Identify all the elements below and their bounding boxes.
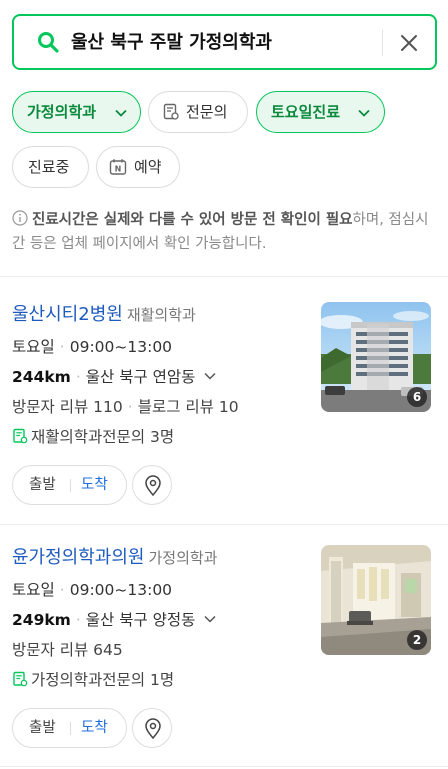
section-divider xyxy=(0,766,448,767)
distance: 249km xyxy=(12,611,71,629)
specialist-count: 재활의학과전문의 3명 xyxy=(31,428,175,446)
notice-bold-text: 진료시간은 실제와 다를 수 있어 방문 전 확인이 필요 xyxy=(32,212,353,228)
doctor-cert-icon xyxy=(163,103,179,120)
map-pin-icon xyxy=(145,475,161,497)
specialist-count: 가정의학과전문의 1명 xyxy=(31,671,175,689)
route-button[interactable]: 출발 도착 xyxy=(12,465,127,505)
specialist-row: 가정의학과전문의 1명 xyxy=(12,669,174,691)
filter-chip-label: 예약 xyxy=(134,158,162,176)
specialist-row: 재활의학과전문의 3명 xyxy=(12,426,174,448)
arrive-button[interactable]: 도착 xyxy=(81,709,108,747)
visitor-reviews[interactable]: 방문자 리뷰 645 xyxy=(12,641,123,659)
review-row: 방문자 리뷰 645 xyxy=(12,639,123,661)
open-hours: 09:00~13:00 xyxy=(69,338,173,356)
info-icon xyxy=(12,210,28,226)
hours-row: 토요일 · 09:00~13:00 xyxy=(12,338,173,356)
result-card[interactable]: 윤가정의학과의원 가정의학과 토요일 · 09:00~13:00 249km · 울산 북… xyxy=(0,545,448,750)
result-card[interactable]: 울산시티2병원 재활의학과 토요일 · 09:00~13:00 244km · 울산 북구… xyxy=(0,302,448,507)
address-area: 울산 북구 양정동 xyxy=(85,611,196,629)
search-input[interactable]: 울산 북구 주말 가정의학과 xyxy=(71,30,272,56)
map-pin-button[interactable] xyxy=(132,708,172,748)
map-pin-button[interactable] xyxy=(132,465,172,505)
section-divider xyxy=(0,524,448,525)
chevron-down-icon xyxy=(115,109,127,117)
chevron-down-icon[interactable] xyxy=(203,612,217,626)
filter-chip-specialist[interactable]: 전문의 xyxy=(148,91,248,133)
place-photo[interactable]: 2 xyxy=(321,545,431,655)
route-button[interactable]: 출발 도착 xyxy=(12,708,127,748)
depart-button[interactable]: 출발 xyxy=(29,466,56,504)
map-pin-icon xyxy=(145,718,161,740)
filter-chip-reservation[interactable]: N 예약 xyxy=(96,146,180,188)
filter-chip-saturday[interactable]: 토요일진료 xyxy=(256,91,385,133)
place-category: 가정의학과 xyxy=(148,549,218,567)
search-divider xyxy=(382,30,383,56)
doctor-cert-icon xyxy=(13,671,28,687)
arrive-button[interactable]: 도착 xyxy=(81,466,108,504)
doctor-cert-icon xyxy=(13,428,28,444)
depart-button[interactable]: 출발 xyxy=(29,709,56,747)
naver-reservation-icon: N xyxy=(109,159,127,175)
close-icon[interactable] xyxy=(395,29,423,57)
place-photo[interactable]: 6 xyxy=(321,302,431,412)
section-divider xyxy=(0,276,448,277)
location-row[interactable]: 244km · 울산 북구 연암동 xyxy=(12,366,217,388)
location-row[interactable]: 249km · 울산 북구 양정동 xyxy=(12,609,217,631)
photo-count-badge: 2 xyxy=(407,630,427,650)
result-name-line: 윤가정의학과의원 가정의학과 xyxy=(12,545,218,571)
filter-chip-open-now[interactable]: 진료중 xyxy=(12,146,89,188)
filter-chip-label: 진료중 xyxy=(28,158,70,176)
place-category: 재활의학과 xyxy=(126,306,196,324)
route-divider xyxy=(70,722,71,735)
route-divider xyxy=(70,479,71,492)
place-name-link[interactable]: 윤가정의학과의원 xyxy=(12,547,144,568)
place-name-link[interactable]: 울산시티2병원 xyxy=(12,304,123,325)
result-name-line: 울산시티2병원 재활의학과 xyxy=(12,302,196,328)
address-area: 울산 북구 연암동 xyxy=(85,368,196,386)
filter-chip-family-medicine[interactable]: 가정의학과 xyxy=(12,91,141,133)
filter-chip-label: 전문의 xyxy=(186,103,228,121)
search-icon[interactable] xyxy=(36,30,60,54)
svg-text:N: N xyxy=(115,165,122,174)
filter-chip-label: 토요일진료 xyxy=(271,103,341,121)
review-row: 방문자 리뷰 110 · 블로그 리뷰 10 xyxy=(12,398,239,416)
filter-chip-label: 가정의학과 xyxy=(27,103,97,121)
visitor-reviews[interactable]: 방문자 리뷰 110 xyxy=(12,398,123,416)
hours-row: 토요일 · 09:00~13:00 xyxy=(12,581,173,599)
chevron-down-icon xyxy=(358,109,370,117)
photo-count-badge: 6 xyxy=(407,387,427,407)
search-bar[interactable]: 울산 북구 주말 가정의학과 xyxy=(12,14,437,70)
open-day: 토요일 xyxy=(12,338,55,356)
open-hours: 09:00~13:00 xyxy=(69,581,173,599)
blog-reviews[interactable]: 블로그 리뷰 10 xyxy=(138,398,239,416)
distance: 244km xyxy=(12,368,71,386)
open-day: 토요일 xyxy=(12,581,55,599)
chevron-down-icon[interactable] xyxy=(203,369,217,383)
hours-notice: 진료시간은 실제와 다를 수 있어 방문 전 확인이 필요하며, 점심시간 등은… xyxy=(12,208,436,256)
